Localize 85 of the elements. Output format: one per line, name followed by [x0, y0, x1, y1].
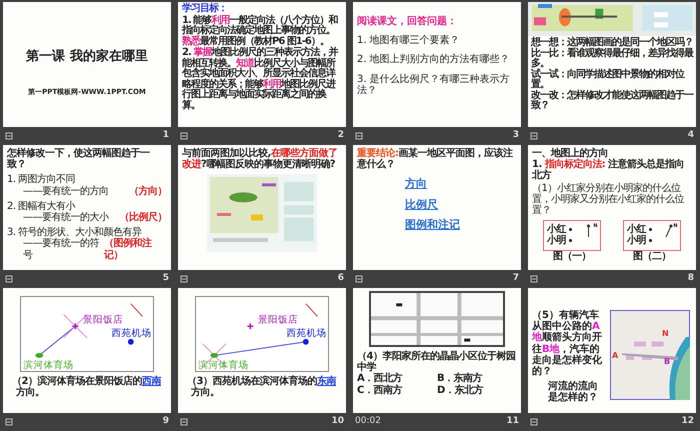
answer-text: （方向）	[129, 186, 167, 197]
slide-thumbnail[interactable]: 与前面两图加以比较,在哪些方面做了改进?哪幅图反映的事物更清晰明确?	[178, 145, 346, 270]
slide-thumbnail[interactable]: 学习目标： 1. 能够利用一般定向法（八个方位）和指向标定向法确定地图上事物的方位。熟悉最常用图例（教材P6 图1-6）。 2. 掌握地图比例尺的三种表示方法，并能相互转换。知道比例尺大小与图幅所包含实地面积大小、所显示社会信息详略程度的关系；能够利用地图比例尺进行图上距离与地面实际距离之间的换算。	[178, 2, 346, 127]
slide-thumbnail[interactable]: 重要结论:画某一地区平面图，应该注意什么？ 方向 比例尺 图例和注记	[353, 145, 521, 270]
slide-thumbnail[interactable]: （4）李阳家所在的晶晶小区位于树园中学 A．西北方 B．东南方 C．西南方 D．东北方	[353, 288, 521, 413]
slide-number: 1	[162, 129, 169, 142]
answer-option: B．东南方	[437, 373, 517, 385]
slide-heading: 阅读课文，回答问题：	[357, 16, 458, 28]
slide-thumbnail[interactable]: 景阳饭店 西苑机场 滨河体育场 （3）西苑机场在滨河体育场的东南 方向。	[178, 288, 346, 413]
place-label: 小红	[547, 224, 566, 236]
slide-heading: 与前面两图加以比较,在哪些方面做了改进?哪幅图反映的事物更清晰明确?	[182, 148, 338, 170]
figure-caption: 图（二）	[633, 250, 671, 262]
question-text: 1. 地图有哪三个要素？	[357, 35, 461, 46]
slide-thumbnail[interactable]: 怎样修改一下，使这两幅图趋于一致？ 1. 两图方向不同 ——要有统一的方向 （方向） 2. 图幅有大有小 ——要有统一的大小 （比例尺） 3. 符号的形状、大小和颜色有异 ——要有统一的符号 （图例和注记）	[3, 145, 171, 270]
point-label: A	[612, 352, 618, 361]
question-text: （5）有辆汽车从图中公路的A地顺箭头方向开往B地，汽车的走向是怎样变化的？	[532, 310, 603, 378]
requirement-text: ——要有统一的方向	[22, 186, 108, 197]
question-text: 2. 地图上判别方向的方法有哪些？	[357, 54, 511, 66]
slide-number: 11	[506, 415, 519, 428]
slide-number: 2	[338, 129, 344, 142]
location-dot	[649, 228, 652, 232]
point-label: B	[664, 358, 670, 367]
requirement-text: ——要有统一的大小	[23, 212, 108, 224]
point-text: 2. 图幅有大有小	[7, 200, 76, 212]
slide-thumbnail[interactable]: 想一想：这两幅图画的是同一个地区吗？ 比一比：看谁观察得最仔细，差异找得最多。 试一试：向同学描述图中景物的相对位置。 改一改：怎样修改才能使这两幅图趋于一致？	[528, 2, 696, 127]
slide-timing: 00:02	[355, 415, 381, 428]
question-text: 方向。	[191, 387, 220, 398]
place-label: 滨河体育场	[198, 360, 249, 372]
place-label: 西苑机场	[111, 328, 152, 339]
slide-number: 3	[512, 129, 519, 142]
place-label: 景阳饭店	[83, 314, 124, 326]
question-text: （3）西苑机场在滨河体育场的	[187, 376, 317, 387]
slide-number: 12	[681, 415, 694, 428]
answer-text: 东南	[316, 376, 336, 387]
topic-link[interactable]: 比例尺	[405, 198, 438, 211]
answer-text: （比例尺）	[120, 212, 167, 224]
location-dot	[569, 239, 572, 242]
slide-heading: 怎样修改一下，使这两幅图趋于一致？	[7, 148, 151, 170]
paragraph-text: 1. 能够利用一般定向法（八个方位）和指向标定向法确定地图上事物的方位。熟悉最常用图例（教材P6 图1-6）。	[182, 16, 339, 46]
slide-thumbnail[interactable]: 阅读课文，回答问题： 1. 地图有哪三个要素？ 2. 地图上判别方向的方法有哪些？ 3. 是什么比例尺？有哪三种表示方法？	[353, 2, 521, 127]
question-text: （2）滨河体育场在景阳饭店的	[12, 376, 142, 387]
paragraph-text: 2. 掌握地图比例尺的三种表示方法，并能相互转换。知道比例尺大小与图幅所包含实地面积大小、所显示社会信息详略程度的关系；能够利用地图比例尺进行图上距离与地面实际距离之间的换算。	[182, 48, 339, 111]
question-text: （4）李阳家所在的晶晶小区位于树园中学	[357, 351, 516, 374]
topic-link[interactable]: 方向	[405, 177, 427, 190]
method-text: 1. 指向标定向法: 注意箭头总是指向北方	[532, 159, 686, 182]
prompt-text: 比一比：看谁观察得最仔细，差异找得最多。	[531, 48, 693, 69]
place-label: 小红	[627, 224, 646, 236]
question-text: 河流的流向是怎样的？	[547, 381, 599, 404]
prompt-text: 想一想：这两幅图画的是同一个地区吗？	[531, 38, 693, 48]
answer-option: A．西北方	[357, 373, 437, 385]
answer-option: D．东北方	[437, 384, 517, 396]
slide-number: 7	[512, 272, 519, 286]
slide-number: 10	[331, 415, 344, 428]
answer-text: （图例和注记）	[104, 238, 153, 261]
place-label: 西苑机场	[286, 328, 326, 339]
place-label: 小明	[627, 235, 646, 246]
place-label: 小明	[547, 235, 566, 246]
slide-number: 8	[688, 272, 694, 286]
point-text: 3. 符号的形状、大小和颜色有异	[7, 227, 142, 238]
slide-number: 9	[162, 415, 169, 428]
figure-caption: 图（一）	[553, 250, 591, 262]
slide-title: 第一课 我的家在哪里	[26, 50, 148, 65]
point-label: N	[662, 330, 669, 339]
slide-thumbnail[interactable]: 景阳饭店 西苑机场 滨河体育场 （2）滨河体育场在景阳饭店的西南 方向。	[3, 288, 171, 413]
prompt-text: 试一试：向同学描述图中景物的相对位置。	[531, 70, 686, 90]
answer-option: C．西南方	[357, 384, 437, 396]
place-label: 景阳饭店	[258, 314, 298, 326]
north-arrow-icon	[664, 224, 674, 238]
requirement-text: ——要有统一的符号	[22, 238, 100, 261]
slide-number: 5	[162, 272, 169, 286]
question-text: 方向。	[16, 387, 44, 398]
question-text: 3. 是什么比例尺？有哪三种表示方法？	[357, 74, 511, 96]
point-text: 1. 两图方向不同	[7, 174, 76, 186]
slide-number: 6	[338, 272, 344, 286]
prompt-text: 改一改：怎样修改才能使这两幅图趋于一致？	[531, 90, 693, 112]
topic-link[interactable]: 图例和注记	[405, 218, 460, 231]
answer-text: 西南	[142, 376, 161, 387]
location-dot	[649, 239, 652, 242]
question-text: （1）小红家分别在小明家的什么位置，小明家又分别在小红家的什么位置？	[532, 182, 686, 216]
location-dot	[569, 228, 572, 232]
slide-heading: 一、地图上的方向	[532, 148, 608, 159]
slide-heading: 重要结论:画某一地区平面图，应该注意什么？	[357, 148, 514, 170]
place-label: 滨河体育场	[24, 360, 74, 372]
slide-heading: 学习目标：	[182, 4, 228, 14]
slide-number: 4	[688, 129, 694, 142]
